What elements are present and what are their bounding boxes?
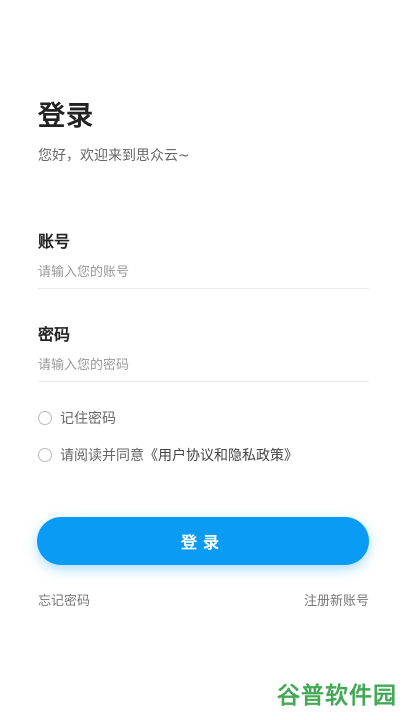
login-button[interactable]: 登录 — [37, 517, 369, 565]
agreement-prefix: 请阅读并同意 — [60, 448, 144, 464]
page-title: 登录 — [38, 101, 94, 132]
remember-password-label: 记住密码 — [60, 411, 116, 427]
register-link[interactable]: 注册新账号 — [304, 590, 369, 609]
agreement-radio-icon[interactable] — [38, 448, 52, 462]
agreement-link[interactable]: 《用户协议和隐私政策》 — [144, 445, 298, 465]
agreement-checkbox[interactable]: 请阅读并同意 《用户协议和隐私政策》 — [38, 445, 298, 465]
remember-password-checkbox[interactable]: 记住密码 — [38, 408, 116, 428]
remember-radio-icon[interactable] — [38, 411, 52, 425]
password-input[interactable] — [38, 349, 369, 382]
watermark-logo: 谷普软件园 — [277, 683, 397, 709]
welcome-subtitle: 您好，欢迎来到思众云~ — [38, 148, 190, 164]
forgot-password-link[interactable]: 忘记密码 — [38, 590, 90, 609]
password-label: 密码 — [38, 325, 71, 344]
account-input[interactable] — [38, 256, 369, 289]
account-label: 账号 — [38, 232, 71, 251]
